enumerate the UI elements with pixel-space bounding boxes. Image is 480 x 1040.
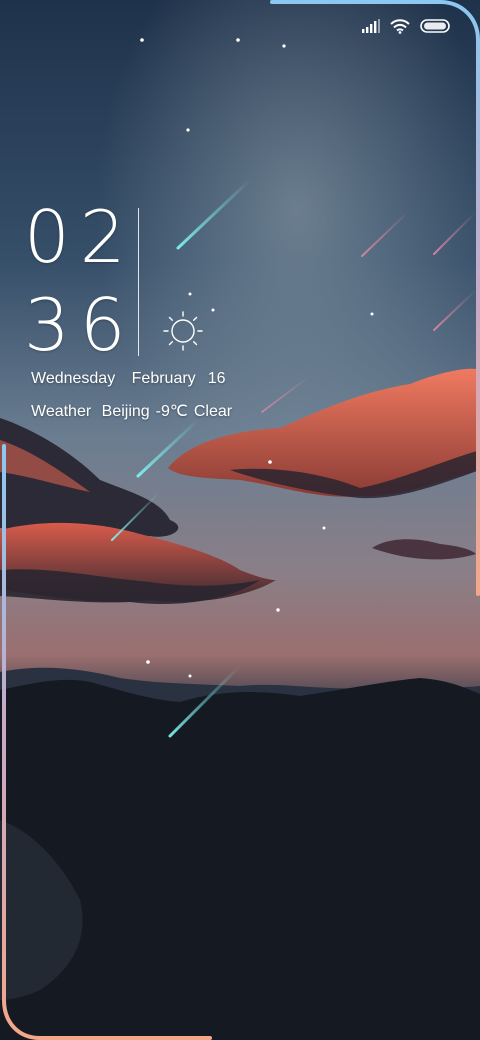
clock-divider xyxy=(138,208,139,356)
status-bar xyxy=(362,14,450,38)
day-label: 16 xyxy=(207,370,226,387)
month-label: February xyxy=(131,370,196,387)
weather-city: Beijing xyxy=(101,403,150,420)
sun-icon xyxy=(163,311,203,351)
wifi-icon xyxy=(390,18,410,34)
lockscreen-wallpaper xyxy=(0,0,480,1040)
battery-icon xyxy=(420,19,450,33)
weather-condition: Clear xyxy=(193,403,233,420)
lockscreen-clock: 02 36 xyxy=(24,198,284,368)
weather-temperature: -9℃ xyxy=(155,403,188,420)
signal-icon xyxy=(362,19,380,33)
weekday-label: Wednesday xyxy=(31,370,116,387)
clock-hour: 02 xyxy=(24,195,136,279)
clock-minute: 36 xyxy=(24,283,136,367)
mountain-near xyxy=(0,678,480,1040)
weather-label: Weather xyxy=(31,403,92,420)
weather-line: Weather Beijing -9℃ Clear xyxy=(31,401,238,421)
date-line: Wednesday February 16 xyxy=(31,370,237,388)
